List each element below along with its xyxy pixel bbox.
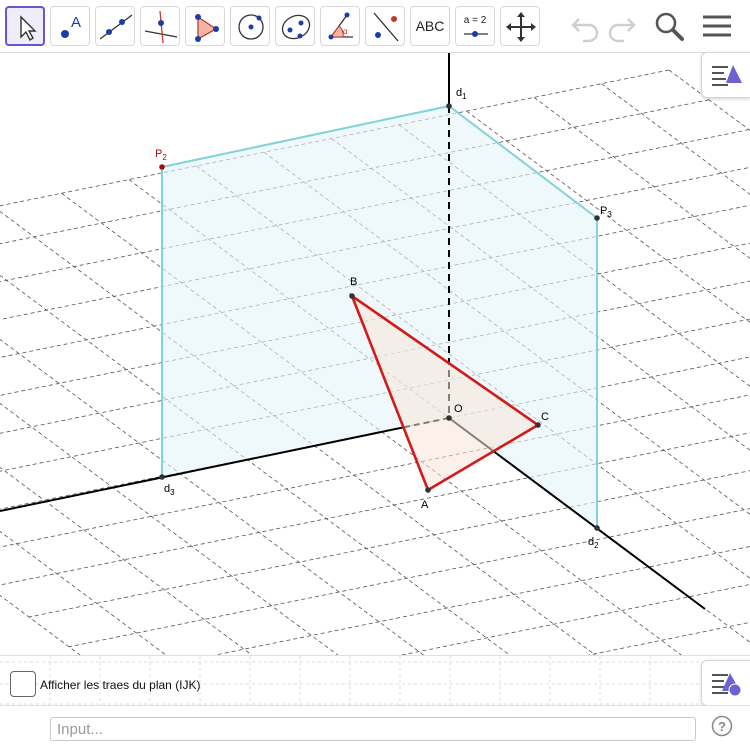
ellipse-icon xyxy=(276,7,316,47)
slider-tool-button[interactable]: a = 2 xyxy=(455,6,495,46)
help-icon[interactable]: ? xyxy=(711,715,733,737)
point-O[interactable] xyxy=(446,415,452,421)
ellipse-tool-button[interactable] xyxy=(275,6,315,46)
menu-icon[interactable] xyxy=(699,8,735,44)
perpendicular-line-tool-button[interactable] xyxy=(140,6,180,46)
label-B: B xyxy=(350,276,357,288)
grid-line xyxy=(149,487,750,655)
point-C[interactable] xyxy=(535,422,541,428)
input-bar xyxy=(0,705,750,751)
help-glyph: ? xyxy=(718,719,726,734)
perpendicular-line-icon xyxy=(141,7,181,47)
circle-icon xyxy=(231,7,271,47)
point-d2[interactable] xyxy=(594,525,600,531)
graphics-3d-view[interactable]: d1 P2 P3 d3 d2 B A C O xyxy=(0,53,750,655)
point-icon: A xyxy=(51,7,91,47)
arrow-cursor-icon xyxy=(7,8,47,48)
view-settings-icon xyxy=(702,53,750,97)
point-tool-letter: A xyxy=(71,14,81,31)
point-d1[interactable] xyxy=(446,103,452,109)
point-d3[interactable] xyxy=(159,474,165,480)
move-tool-button[interactable] xyxy=(5,6,45,46)
label-C: C xyxy=(541,411,549,423)
reflect-icon xyxy=(366,7,406,47)
label-A: A xyxy=(421,499,429,511)
line-icon xyxy=(96,7,136,47)
plane-traces-checkbox[interactable] xyxy=(10,671,36,697)
move-graphics-view-tool-button[interactable] xyxy=(500,6,540,46)
text-tool-label: ABC xyxy=(411,7,449,45)
reflect-tool-button[interactable] xyxy=(365,6,405,46)
grid-line xyxy=(229,547,750,655)
angle-icon: α xyxy=(321,7,361,47)
lower-graphics-panel: Afficher les traes du plan (IJK) xyxy=(0,655,750,706)
label-P2: P2 xyxy=(155,148,167,162)
polygon-tool-button[interactable] xyxy=(185,6,225,46)
slider-icon xyxy=(456,7,496,47)
search-icon[interactable] xyxy=(651,8,687,44)
grid-line xyxy=(669,70,750,547)
undo-icon[interactable] xyxy=(567,8,603,44)
label-O: O xyxy=(454,403,463,415)
move-arrows-icon xyxy=(501,7,541,47)
redo-icon[interactable] xyxy=(604,8,640,44)
plane-traces-checkbox-label: Afficher les traes du plan (IJK) xyxy=(40,678,201,692)
point-P2[interactable] xyxy=(159,164,165,170)
input-field[interactable] xyxy=(50,717,696,741)
style-bar-toggle-top[interactable] xyxy=(701,52,750,98)
label-d3: d3 xyxy=(164,483,175,497)
label-d2: d2 xyxy=(588,536,599,550)
toolbar: A xyxy=(0,0,750,53)
point-B[interactable] xyxy=(349,293,355,299)
angle-tool-letter: α xyxy=(343,27,348,36)
label-P3: P3 xyxy=(600,205,612,219)
angle-tool-button[interactable]: α xyxy=(320,6,360,46)
grid-line xyxy=(189,517,750,655)
label-d1: d1 xyxy=(456,87,467,101)
circle-tool-button[interactable] xyxy=(230,6,270,46)
point-P3[interactable] xyxy=(594,215,600,221)
text-tool-button[interactable]: ABC xyxy=(410,6,450,46)
line-tool-button[interactable] xyxy=(95,6,135,46)
polygon-icon xyxy=(186,7,226,47)
point-A[interactable] xyxy=(425,487,431,493)
point-tool-button[interactable]: A xyxy=(50,6,90,46)
